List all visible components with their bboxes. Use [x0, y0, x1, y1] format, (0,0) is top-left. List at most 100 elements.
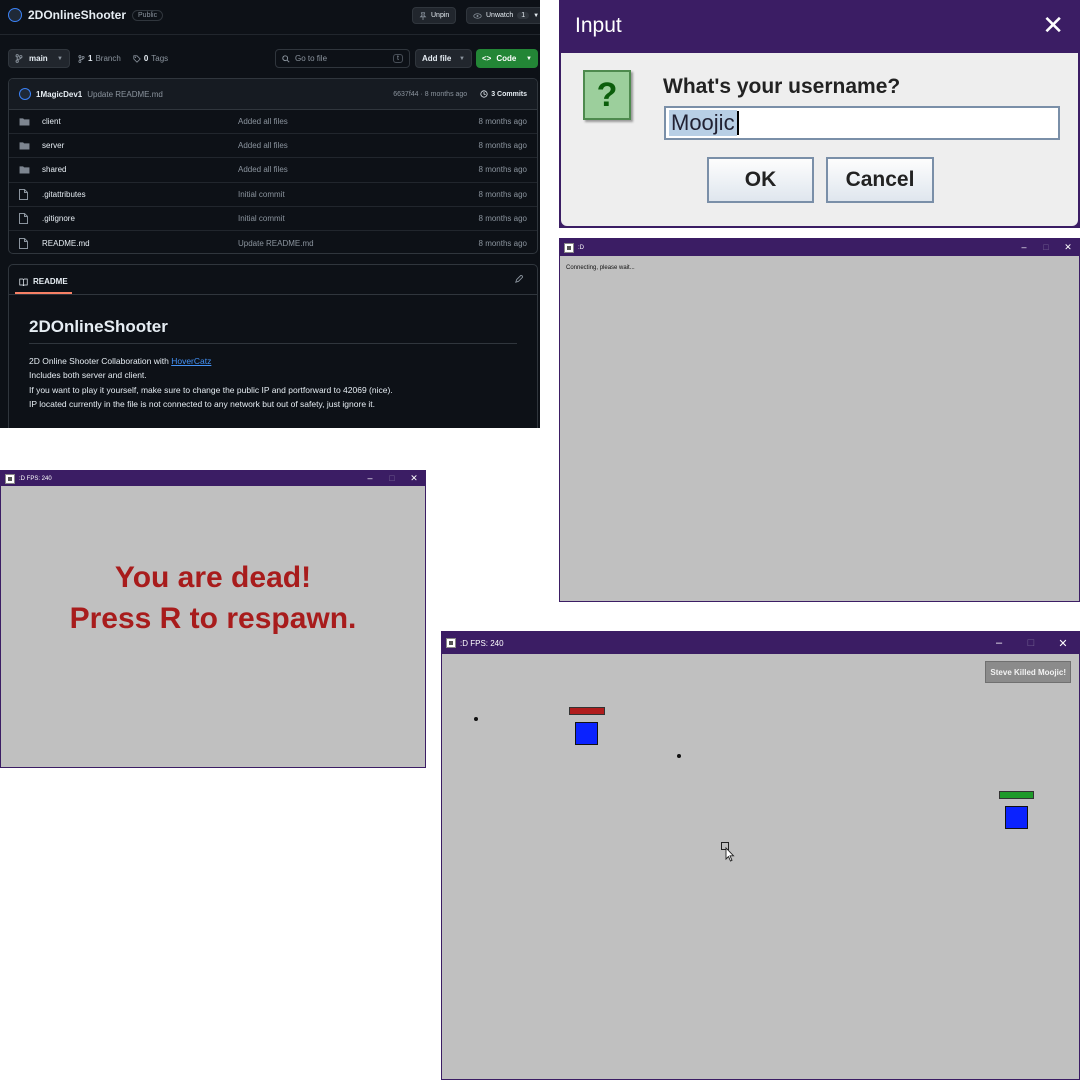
connecting-window: :D – □ ✕ Connecting, please wait... — [559, 238, 1080, 602]
visibility-badge: Public — [132, 9, 164, 21]
window-titlebar[interactable]: :D – □ ✕ — [560, 239, 1079, 256]
search-icon — [282, 54, 290, 63]
commits-link[interactable]: 3 Commits — [480, 90, 527, 98]
add-file-label: Add file — [422, 54, 452, 63]
file-name[interactable]: shared — [42, 165, 238, 174]
repo-meta: 1 Branch 0 Tags — [78, 49, 168, 68]
maximize-icon: □ — [1027, 636, 1035, 649]
ok-button[interactable]: OK — [707, 157, 814, 203]
github-repo-panel: 2DOnlineShooter Public Unpin Unwatch 1 ▼… — [0, 0, 540, 428]
app-icon — [446, 638, 456, 648]
chevron-down-icon: ▼ — [57, 55, 63, 62]
unwatch-label: Unwatch — [486, 12, 514, 19]
file-commit-message[interactable]: Added all files — [238, 117, 479, 126]
close-icon[interactable]: ✕ — [1042, 10, 1064, 40]
dialog-prompt: What's your username? — [663, 75, 901, 98]
file-commit-message[interactable]: Added all files — [238, 141, 479, 150]
close-icon[interactable]: ✕ — [403, 473, 425, 484]
dialog-title: Input — [575, 14, 622, 37]
readme-tab-label: README — [33, 277, 68, 286]
watch-count: 1 — [517, 12, 530, 19]
folder-icon — [19, 117, 33, 126]
commit-author[interactable]: 1MagicDev1 — [36, 90, 82, 99]
file-row[interactable]: server Added all files 8 months ago — [9, 134, 537, 159]
question-icon: ? — [583, 70, 631, 120]
avatar[interactable] — [19, 88, 31, 100]
file-list: 1MagicDev1 Update README.md 6637f44 · 8 … — [8, 78, 538, 254]
readme-tab[interactable]: README — [15, 271, 72, 294]
file-name[interactable]: .gitattributes — [42, 190, 238, 199]
repo-name[interactable]: 2DOnlineShooter — [28, 8, 126, 22]
collaborator-link[interactable]: HoverCatz — [171, 356, 211, 366]
file-date: 8 months ago — [478, 189, 527, 199]
commit-message[interactable]: Update README.md — [87, 90, 163, 99]
enemy-player — [575, 722, 598, 745]
window-titlebar[interactable]: :D FPS: 240 – □ ✕ — [442, 632, 1079, 654]
window-controls: – □ ✕ — [983, 637, 1079, 650]
file-row[interactable]: shared Added all files 8 months ago — [9, 158, 537, 183]
username-input[interactable]: Moojic — [664, 106, 1060, 140]
unpin-button[interactable]: Unpin — [412, 7, 457, 24]
file-row[interactable]: README.md Update README.md 8 months ago — [9, 231, 537, 253]
readme-line: 2D Online Shooter Collaboration with Hov… — [29, 354, 393, 368]
window-controls: – □ ✕ — [359, 473, 425, 484]
branch-name: main — [29, 54, 48, 63]
file-date: 8 months ago — [478, 213, 527, 223]
file-row[interactable]: client Added all files 8 months ago — [9, 110, 537, 135]
bullet — [677, 754, 681, 758]
close-icon[interactable]: ✕ — [1057, 242, 1079, 253]
file-commit-message[interactable]: Initial commit — [238, 190, 479, 199]
pencil-icon[interactable] — [514, 275, 523, 284]
unpin-label: Unpin — [431, 12, 450, 19]
add-file-button[interactable]: Add file ▼ — [415, 49, 472, 68]
readme-divider — [9, 294, 537, 295]
code-label: Code — [496, 54, 517, 63]
file-name[interactable]: .gitignore — [42, 214, 238, 223]
file-rows: client Added all files 8 months ago server A… — [9, 110, 537, 253]
file-row[interactable]: .gitattributes Initial commit 8 months ago — [9, 183, 537, 207]
username-value: Moojic — [669, 110, 737, 136]
readme-line: IP located currently in the file is not … — [29, 398, 376, 409]
file-commit-message[interactable]: Update README.md — [238, 239, 479, 248]
file-icon — [19, 237, 33, 249]
readme-title-rule — [29, 343, 517, 344]
close-icon[interactable]: ✕ — [1047, 637, 1079, 650]
branch-word: Branch — [95, 54, 121, 63]
file-date: 8 months ago — [478, 141, 527, 151]
file-row[interactable]: .gitignore Initial commit 8 months ago — [9, 207, 537, 231]
self-health-bar — [999, 791, 1034, 799]
dialog-content: ? What's your username? Moojic OK Cancel — [561, 53, 1078, 226]
readme-line1-text: 2D Online Shooter Collaboration with — [29, 356, 172, 366]
tag-icon — [133, 54, 141, 63]
code-button[interactable]: <> Code ▼ — [476, 49, 538, 68]
connection-status: Connecting, please wait... — [566, 265, 635, 271]
minimize-icon[interactable]: – — [1013, 242, 1035, 253]
file-name[interactable]: client — [42, 117, 238, 126]
unwatch-button[interactable]: Unwatch 1 ▼ — [466, 7, 540, 24]
text-caret — [736, 111, 739, 135]
chevron-down-icon: ▼ — [459, 55, 465, 62]
file-name[interactable]: README.md — [42, 239, 238, 248]
minimize-icon[interactable]: – — [983, 637, 1015, 650]
enemy-health-bar — [569, 707, 605, 715]
eye-icon — [473, 12, 482, 19]
respawn-hint: Press R to respawn. — [69, 602, 357, 635]
history-icon — [480, 90, 488, 98]
minimize-icon[interactable]: – — [359, 473, 381, 484]
cancel-button[interactable]: Cancel — [826, 157, 934, 203]
go-to-file-input[interactable]: Go to file t — [275, 49, 410, 68]
file-commit-message[interactable]: Initial commit — [238, 214, 479, 223]
readme-panel: README 2DOnlineShooter 2D Online Shooter… — [8, 264, 538, 428]
tag-count: 0 — [143, 54, 149, 63]
repo-owner-avatar[interactable] — [8, 8, 22, 22]
window-titlebar[interactable]: :D FPS: 240 – □ ✕ — [1, 471, 425, 486]
file-commit-message[interactable]: Added all files — [238, 165, 479, 174]
window-title: :D — [578, 244, 584, 251]
file-name[interactable]: server — [42, 141, 238, 150]
tags-link[interactable]: 0 Tags — [133, 54, 168, 63]
branches-link[interactable]: 1 Branch — [78, 54, 121, 63]
code-icon: <> — [482, 54, 492, 63]
branch-selector[interactable]: main ▼ — [8, 49, 70, 68]
commit-hash-time[interactable]: 6637f44 · 8 months ago — [393, 91, 467, 98]
readme-body: 2D Online Shooter Collaboration with Hov… — [29, 354, 393, 411]
